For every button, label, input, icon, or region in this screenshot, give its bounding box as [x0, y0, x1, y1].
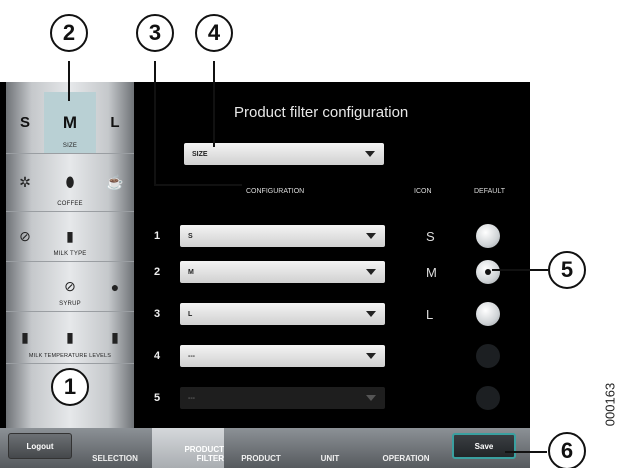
size-s-label: S: [19, 114, 30, 131]
row-number: 5: [154, 392, 161, 404]
config-value: ---: [188, 352, 195, 360]
chevron-down-icon: [366, 233, 376, 239]
callout-1: 1: [51, 368, 89, 406]
row-icon: S: [426, 229, 435, 244]
no-milk-icon: ⊘: [19, 228, 31, 244]
callout-line-4: [213, 61, 215, 147]
callout-4: 4: [195, 14, 233, 52]
tab-selection[interactable]: SELECTION: [80, 428, 150, 468]
tab-unit[interactable]: UNIT: [298, 428, 362, 468]
bean-icon: ⬮: [65, 174, 75, 190]
tab-product-filter-line1: PRODUCT: [184, 445, 224, 454]
beans-icon: ✲: [19, 174, 31, 190]
callout-line-6: [505, 451, 547, 453]
tab-product-filter[interactable]: PRODUCT FILTER: [152, 428, 224, 468]
chevron-down-icon: [366, 353, 376, 359]
product-category-sidebar: S M L SIZE ✲ ⬮ ☕ COFFEE ⊘ ▮ MILK TYPE ⊘ …: [6, 82, 134, 428]
no-syrup-icon: ⊘: [64, 278, 76, 294]
size-s-button[interactable]: S: [6, 92, 44, 153]
row-number: 4: [154, 350, 161, 362]
config-dropdown-row-2[interactable]: M: [180, 261, 385, 283]
config-dropdown-row-4[interactable]: ---: [180, 345, 385, 367]
callout-6: 6: [548, 432, 586, 468]
coffee-drop-icon: ☕: [106, 174, 124, 190]
config-value: S: [188, 232, 193, 240]
sidebar-row-size[interactable]: S M L SIZE: [6, 92, 134, 154]
chevron-down-icon: [366, 311, 376, 317]
save-button[interactable]: Save: [452, 433, 516, 459]
sidebar-row-milk-temperature[interactable]: ▮ ▮ ▮ MILK TEMPERATURE LEVELS: [6, 312, 134, 364]
milk-type-category-label: MILK TYPE: [53, 251, 87, 257]
chevron-down-icon: [366, 269, 376, 275]
config-dropdown-row-5: ---: [180, 387, 385, 409]
chevron-down-icon: [365, 151, 375, 157]
row-icon: M: [426, 265, 437, 280]
milk-bottle-icon: ▮: [66, 228, 74, 244]
row-number: 2: [154, 266, 161, 278]
callout-line-3: [154, 61, 156, 185]
size-l-label: L: [110, 114, 120, 131]
row-number: 3: [154, 308, 161, 320]
chevron-down-icon: [366, 395, 376, 401]
callout-2: 2: [50, 14, 88, 52]
size-m-label: M: [62, 112, 78, 132]
syrup-drop-icon: ●: [110, 278, 120, 295]
document-id: 000163: [600, 352, 620, 462]
default-radio-row-1[interactable]: [476, 224, 500, 248]
default-radio-row-2[interactable]: [476, 260, 500, 284]
filter-type-value: SIZE: [192, 150, 208, 158]
milk-cold-icon: ▮: [21, 329, 29, 345]
sidebar-row-syrup[interactable]: ⊘ ● SYRUP: [6, 262, 134, 312]
config-value: ---: [188, 394, 195, 402]
sidebar-row-milk-type[interactable]: ⊘ ▮ MILK TYPE: [6, 212, 134, 262]
callout-line-5: [492, 269, 548, 271]
milk-warm-icon: ▮: [66, 329, 74, 345]
coffee-category-label: COFFEE: [57, 201, 83, 207]
page-title: Product filter configuration: [234, 104, 409, 121]
config-dropdown-row-1[interactable]: S: [180, 225, 385, 247]
syrup-category-label: SYRUP: [59, 301, 81, 307]
default-radio-row-5: [476, 386, 500, 410]
sidebar-row-coffee[interactable]: ✲ ⬮ ☕ COFFEE: [6, 154, 134, 212]
callout-3: 3: [136, 14, 174, 52]
row-number: 1: [154, 230, 161, 242]
size-category-label: SIZE: [62, 143, 78, 149]
configuration-column-header: CONFIGURATION: [246, 188, 305, 195]
bottom-tab-bar: Logout SELECTION PRODUCT FILTER PRODUCT …: [0, 428, 530, 468]
default-radio-row-4: [476, 344, 500, 368]
tab-product-filter-line2: FILTER: [196, 454, 224, 463]
icon-column-header: ICON: [414, 188, 432, 195]
config-dropdown-row-3[interactable]: L: [180, 303, 385, 325]
config-value: L: [188, 310, 193, 318]
row-icon: L: [426, 307, 434, 322]
default-radio-row-3[interactable]: [476, 302, 500, 326]
callout-line-3h: [154, 184, 242, 186]
size-l-button[interactable]: L: [96, 92, 134, 153]
filter-config-panel: Product filter configuration SIZE CONFIG…: [134, 82, 530, 428]
tab-product[interactable]: PRODUCT: [226, 428, 296, 468]
callout-line-2: [68, 61, 70, 101]
logout-button[interactable]: Logout: [8, 433, 72, 459]
screen: S M L SIZE ✲ ⬮ ☕ COFFEE ⊘ ▮ MILK TYPE ⊘ …: [0, 82, 530, 468]
tab-operation[interactable]: OPERATION: [364, 428, 448, 468]
milk-hot-icon: ▮: [111, 329, 119, 345]
document-id-text: 000163: [602, 382, 618, 427]
default-column-header: DEFAULT: [474, 188, 505, 195]
milk-temperature-category-label: MILK TEMPERATURE LEVELS: [28, 353, 112, 359]
config-value: M: [188, 268, 194, 276]
callout-5: 5: [548, 251, 586, 289]
